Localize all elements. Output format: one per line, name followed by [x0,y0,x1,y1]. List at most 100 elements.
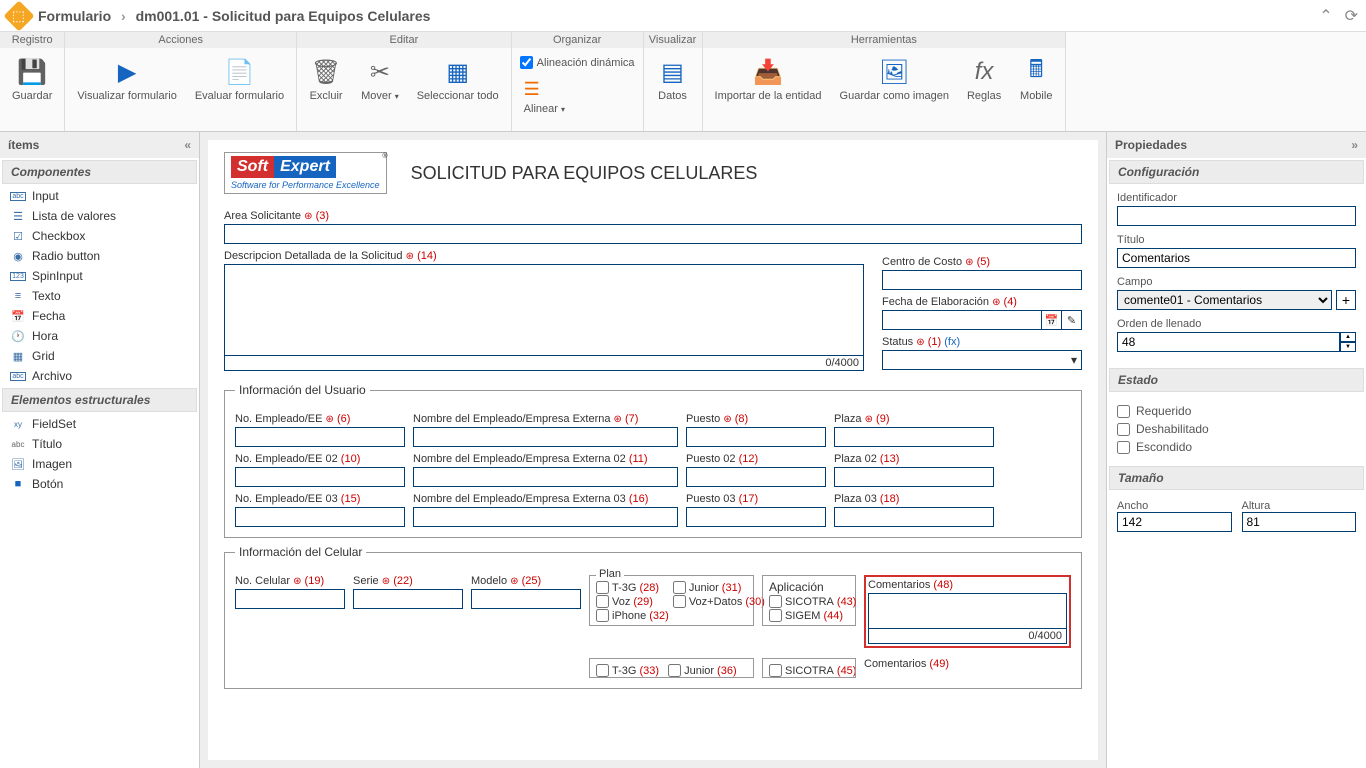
desc-textarea[interactable] [224,264,864,356]
plaza1-input[interactable] [834,427,994,447]
sicotra2-checkbox[interactable] [769,664,782,677]
image-icon: 🖼 [879,54,909,90]
iphone-checkbox[interactable] [596,609,609,622]
ribbon-group-visualizar: Visualizar [644,32,702,48]
fx-link[interactable]: (fx) [944,336,960,348]
comp-archivo[interactable]: abcArchivo [0,366,199,386]
breadcrumb-root[interactable]: Formulario [38,8,111,24]
chevron-down-icon: ▾ [1071,353,1077,367]
centro-input[interactable] [882,270,1082,290]
emp1-input[interactable] [235,427,405,447]
select-all-button[interactable]: ▦ Seleccionar todo [409,52,507,105]
comp-input[interactable]: abcInput [0,186,199,206]
puesto1-input[interactable] [686,427,826,447]
align-icon: ☰ [524,75,540,103]
vozdatos-checkbox[interactable] [673,595,686,608]
altura-input[interactable] [1242,512,1357,532]
junior-checkbox[interactable] [673,581,686,594]
plaza3-input[interactable] [834,507,994,527]
data-button[interactable]: ▤ Datos [648,52,698,105]
sicotra-checkbox[interactable] [769,595,782,608]
voz-checkbox[interactable] [596,595,609,608]
breadcrumb: Formulario › dm001.01 - Solicitud para E… [38,8,430,24]
emp3-input[interactable] [235,507,405,527]
nocel-input[interactable] [235,589,345,609]
import-icon: 📥 [753,54,783,90]
t3g-checkbox[interactable] [596,581,609,594]
ribbon: Registro 💾 Guardar Acciones ▶ Visualizar… [0,32,1366,132]
puesto3-input[interactable] [686,507,826,527]
comp-titulo[interactable]: abcTítulo [0,434,199,454]
mobile-button[interactable]: 🖩 Mobile [1011,52,1061,105]
deshabilitado-checkbox[interactable] [1117,423,1130,436]
orden-input[interactable] [1117,332,1340,352]
app2-group: SICOTRA (45) [762,658,856,678]
save-button[interactable]: 💾 Guardar [4,52,60,105]
add-field-button[interactable]: + [1336,290,1356,310]
collapse-left-icon[interactable]: « [184,138,191,152]
estructurales-header: Elementos estructurales [2,388,197,412]
preview-button[interactable]: ▶ Visualizar formulario [69,52,184,105]
comp-hora[interactable]: 🕐Hora [0,326,199,346]
save-image-button[interactable]: 🖼 Guardar como imagen [832,52,957,105]
calendar-icon[interactable]: 📅 [1042,310,1062,330]
componentes-header: Componentes [2,160,197,184]
status-select[interactable]: ▾ [882,350,1082,370]
comp-checkbox[interactable]: ☑Checkbox [0,226,199,246]
orden-down[interactable]: ▼ [1340,342,1356,352]
play-icon: ▶ [118,54,136,90]
trash-icon: 🗑 [311,54,341,90]
comp-boton[interactable]: ■Botón [0,474,199,494]
evaluate-button[interactable]: 📄 Evaluar formulario [187,52,292,105]
t3g2-checkbox[interactable] [596,664,609,677]
import-button[interactable]: 📥 Importar de la entidad [707,52,830,105]
requerido-checkbox[interactable] [1117,405,1130,418]
orden-up[interactable]: ▲ [1340,332,1356,342]
estado-header: Estado [1109,368,1364,392]
nom2-input[interactable] [413,467,678,487]
clear-date-icon[interactable]: ✎ [1062,310,1082,330]
comp-spin[interactable]: 123SpinInput [0,266,199,286]
checkbox-icon: ☑ [10,230,26,243]
titulo-input[interactable] [1117,248,1356,268]
collapse-right-icon[interactable]: » [1351,138,1358,152]
plaza2-input[interactable] [834,467,994,487]
comentarios-textarea[interactable] [868,593,1067,629]
comp-texto[interactable]: ≡Texto [0,286,199,306]
serie-input[interactable] [353,589,463,609]
sigem-checkbox[interactable] [769,609,782,622]
comentarios2-field[interactable]: Comentarios (49) [864,658,1071,672]
ribbon-group-herramientas: Herramientas [703,32,1066,48]
comp-radio[interactable]: ◉Radio button [0,246,199,266]
comp-fieldset[interactable]: xyFieldSet [0,414,199,434]
canvas-area[interactable]: ® SoftExpert Software for Performance Ex… [200,132,1106,768]
comentarios-field-selected[interactable]: Comentarios (48) 0/4000 [864,575,1071,648]
nom1-input[interactable] [413,427,678,447]
comp-fecha[interactable]: 📅Fecha [0,306,199,326]
fieldset-icon: xy [10,420,26,429]
comp-grid[interactable]: ▦Grid [0,346,199,366]
campo-select[interactable]: comente01 - Comentarios [1117,290,1332,310]
fecha-input[interactable] [882,310,1042,330]
dynamic-align-checkbox[interactable] [520,56,533,69]
comp-imagen[interactable]: 🖼Imagen [0,454,199,474]
area-input[interactable] [224,224,1082,244]
delete-button[interactable]: 🗑 Excluir [301,52,351,105]
app-group: Aplicación SICOTRA (43) SIGEM (44) [762,575,856,626]
nom3-input[interactable] [413,507,678,527]
ancho-input[interactable] [1117,512,1232,532]
modelo-input[interactable] [471,589,581,609]
id-input[interactable] [1117,206,1356,226]
align-button[interactable]: ☰ Alinear ▾ [516,73,639,118]
rules-button[interactable]: fx Reglas [959,52,1009,105]
collapse-icon[interactable]: ⌃ [1319,6,1332,26]
comp-lista[interactable]: ☰Lista de valores [0,206,199,226]
plan2-group: T-3G (33) Junior (36) [589,658,754,678]
refresh-icon[interactable]: ⟳ [1345,6,1358,26]
emp2-input[interactable] [235,467,405,487]
junior2-checkbox[interactable] [668,664,681,677]
escondido-checkbox[interactable] [1117,441,1130,454]
puesto2-input[interactable] [686,467,826,487]
move-button[interactable]: ✂ Mover ▾ [353,52,407,105]
dynamic-align-label: Alineación dinámica [537,57,635,69]
